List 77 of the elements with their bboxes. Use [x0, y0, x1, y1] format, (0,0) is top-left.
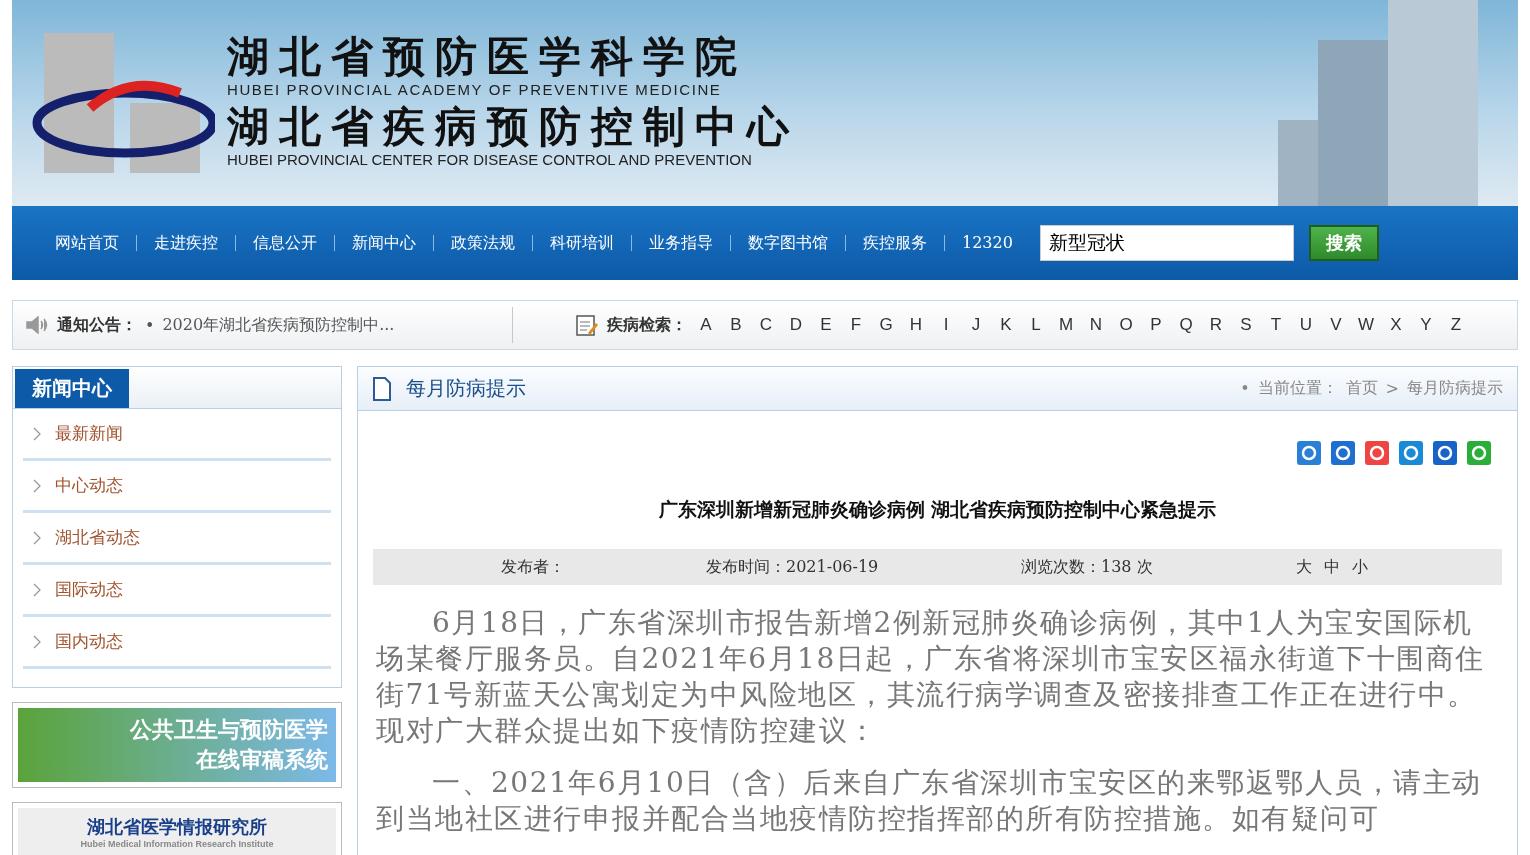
letter-link[interactable]: R — [1205, 315, 1227, 335]
site-subtitle-english: HUBEI PROVINCIAL CENTER FOR DISEASE CONTROL AND PREVENTION — [227, 151, 753, 169]
article-paragraph: 一、2021年6月10日（含）后来自广东省深圳市宝安区的来鄂返鄂人员，请主动到当地社区进行申报并配合当地疫情防控指挥部的所有防控措施。如有疑问可 — [376, 765, 1483, 837]
nav-link[interactable]: 走进疾控 — [136, 235, 235, 251]
promo-banner[interactable]: 湖北省医学情报研究所 Hubei Medical Information Research Institute — [12, 802, 342, 855]
sidebar-title: 新闻中心 — [15, 369, 129, 408]
font-size-link[interactable]: 小 — [1352, 556, 1368, 578]
site-title: 湖北省预防医学科学院 — [227, 33, 748, 81]
breadcrumb-label: 当前位置： — [1257, 378, 1338, 399]
letter-link[interactable]: L — [1025, 315, 1047, 335]
letter-link[interactable]: S — [1235, 315, 1257, 335]
letter-link[interactable]: Q — [1175, 315, 1197, 335]
chevron-icon — [33, 530, 41, 545]
banner-text: 湖北省医学情报研究所 — [87, 816, 267, 839]
letter-link[interactable]: D — [785, 315, 807, 335]
letter-link[interactable]: X — [1385, 315, 1407, 335]
publisher-label: 发布者： — [501, 556, 566, 578]
letter-link[interactable]: M — [1055, 315, 1077, 335]
disease-search-label: 疾病检索： — [607, 314, 687, 336]
chevron-icon — [33, 478, 41, 493]
letter-link[interactable]: O — [1115, 315, 1137, 335]
letter-link[interactable]: P — [1145, 315, 1167, 335]
letter-link[interactable]: B — [725, 315, 747, 335]
letter-link[interactable]: F — [845, 315, 867, 335]
chevron-icon — [33, 426, 41, 441]
letter-link[interactable]: Z — [1445, 315, 1467, 335]
nav-link[interactable]: 政策法规 — [433, 235, 532, 251]
article-title: 广东深圳新增新冠肺炎确诊病例 湖北省疾病预防控制中心紧急提示 — [657, 497, 1218, 522]
sidebar-item[interactable]: 最新新闻 — [23, 409, 331, 461]
letter-link[interactable]: U — [1295, 315, 1317, 335]
nav-link[interactable]: 12320 — [944, 235, 1030, 251]
letter-link[interactable]: Y — [1415, 315, 1437, 335]
site-subtitle: 湖北省疾病预防控制中心 — [227, 103, 799, 151]
letter-link[interactable]: T — [1265, 315, 1287, 335]
letter-link[interactable]: E — [815, 315, 837, 335]
nav-link[interactable]: 疾控服务 — [845, 235, 944, 251]
chevron-icon — [33, 582, 41, 597]
letter-link[interactable]: N — [1085, 315, 1107, 335]
speaker-icon — [25, 316, 49, 334]
letter-link[interactable]: J — [965, 315, 987, 335]
sidebar-item[interactable]: 国际动态 — [23, 565, 331, 617]
letter-link[interactable]: W — [1355, 315, 1377, 335]
notice-link[interactable]: 2020年湖北省疾病预防控制中... — [162, 314, 395, 336]
nav-link[interactable]: 网站首页 — [38, 235, 136, 251]
chevron-icon — [33, 634, 41, 649]
letter-link[interactable]: V — [1325, 315, 1347, 335]
view-count: 浏览次数：138 次 — [1021, 556, 1154, 578]
notice-label: 通知公告： — [57, 314, 137, 336]
letter-link[interactable]: I — [935, 315, 957, 335]
banner-text: 在线审稿系统 — [196, 746, 328, 774]
nav-link[interactable]: 新闻中心 — [334, 235, 433, 251]
font-size-link[interactable]: 中 — [1324, 556, 1340, 578]
nav-link[interactable]: 数字图书馆 — [730, 235, 845, 251]
article-paragraph: 6月18日，广东省深圳市报告新增2例新冠肺炎确诊病例，其中1人为宝安国际机场某餐厅服务员。自2021年6月18日起，广东省将深圳市宝安区福永街道下十围商住街71号新蓝天公寓划定为中风险地区，其流行病学调查及密接排查工作正在进行中。现对广大群众提出如下疫情防控建议： — [376, 605, 1486, 749]
letter-link[interactable]: G — [875, 315, 897, 335]
publish-date: 发布时间：2021-06-19 — [706, 556, 880, 578]
banner-text: 公共卫生与预防医学 — [130, 716, 328, 744]
sidebar-item[interactable]: 湖北省动态 — [23, 513, 331, 565]
site-title-english: HUBEI PROVINCIAL ACADEMY OF PREVENTIVE MEDICINE — [227, 81, 723, 99]
nav-link[interactable]: 信息公开 — [235, 235, 334, 251]
search-field[interactable]: 新型冠状 — [1039, 225, 1294, 261]
nav-link[interactable]: 科研培训 — [532, 235, 631, 251]
sidebar-item[interactable]: 国内动态 — [23, 617, 331, 669]
bullet: • — [145, 315, 155, 335]
letter-link[interactable]: C — [755, 315, 777, 335]
breadcrumb-prefix: • — [1240, 379, 1250, 398]
notepad-icon — [575, 313, 599, 337]
letter-link[interactable]: A — [695, 315, 717, 335]
banner-text: Hubei Medical Information Research Institute — [80, 839, 274, 849]
section-title: 每月防病提示 — [406, 375, 526, 402]
nav-link[interactable]: 业务指导 — [631, 235, 730, 251]
letter-link[interactable]: K — [995, 315, 1017, 335]
letter-link[interactable]: H — [905, 315, 927, 335]
breadcrumb-separator: > — [1385, 379, 1399, 398]
sidebar-item[interactable]: 中心动态 — [23, 461, 331, 513]
document-icon — [372, 376, 392, 401]
font-size-link[interactable]: 大 — [1296, 556, 1312, 578]
